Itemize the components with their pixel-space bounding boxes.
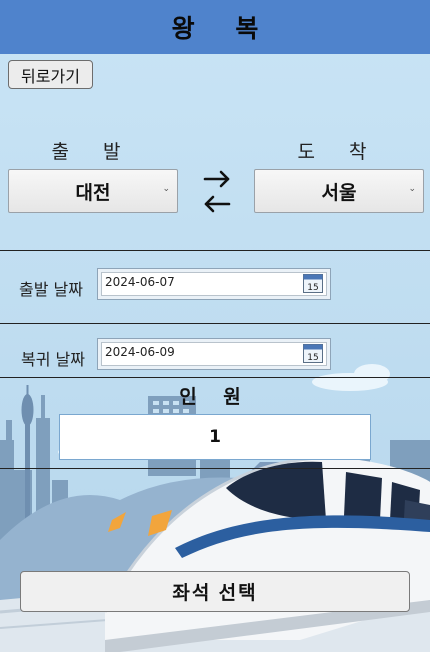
return-date-label: 복귀 날짜: [21, 350, 85, 369]
calendar-icon[interactable]: 15: [303, 274, 323, 293]
depart-date-field[interactable]: 2024-06-07 15: [97, 268, 331, 300]
svg-text:15: 15: [307, 283, 318, 293]
depart-date-value: 2024-06-07: [105, 275, 175, 289]
people-count-field[interactable]: 1: [59, 414, 371, 460]
return-date-field[interactable]: 2024-06-09 15: [97, 338, 331, 370]
divider: [0, 323, 430, 324]
background-illustration: [0, 0, 430, 652]
page-title: 왕 복: [171, 14, 275, 43]
return-date-value: 2024-06-09: [105, 345, 175, 359]
divider: [0, 377, 430, 378]
chevron-down-icon: ⌄: [162, 184, 170, 194]
depart-date-label: 출발 날짜: [19, 280, 83, 299]
arrival-value: 서울: [321, 181, 357, 204]
departure-label: 출 발: [51, 141, 135, 163]
people-count-value: 1: [209, 427, 221, 447]
departure-value: 대전: [75, 181, 111, 204]
arrival-label: 도 착: [297, 141, 381, 163]
header-bar: 왕 복: [0, 0, 430, 54]
divider: [0, 250, 430, 251]
people-label: 인 원: [179, 386, 251, 408]
chevron-down-icon: ⌄: [408, 184, 416, 194]
divider: [0, 468, 430, 469]
calendar-icon[interactable]: 15: [303, 344, 323, 363]
swap-arrows-icon[interactable]: [200, 166, 234, 214]
seat-select-label: 좌석 선택: [172, 583, 258, 604]
arrival-select[interactable]: 서울 ⌄: [254, 169, 424, 213]
svg-text:15: 15: [307, 353, 318, 363]
back-button[interactable]: 뒤로가기: [8, 60, 93, 89]
departure-select[interactable]: 대전 ⌄: [8, 169, 178, 213]
seat-select-button[interactable]: 좌석 선택: [20, 571, 410, 612]
